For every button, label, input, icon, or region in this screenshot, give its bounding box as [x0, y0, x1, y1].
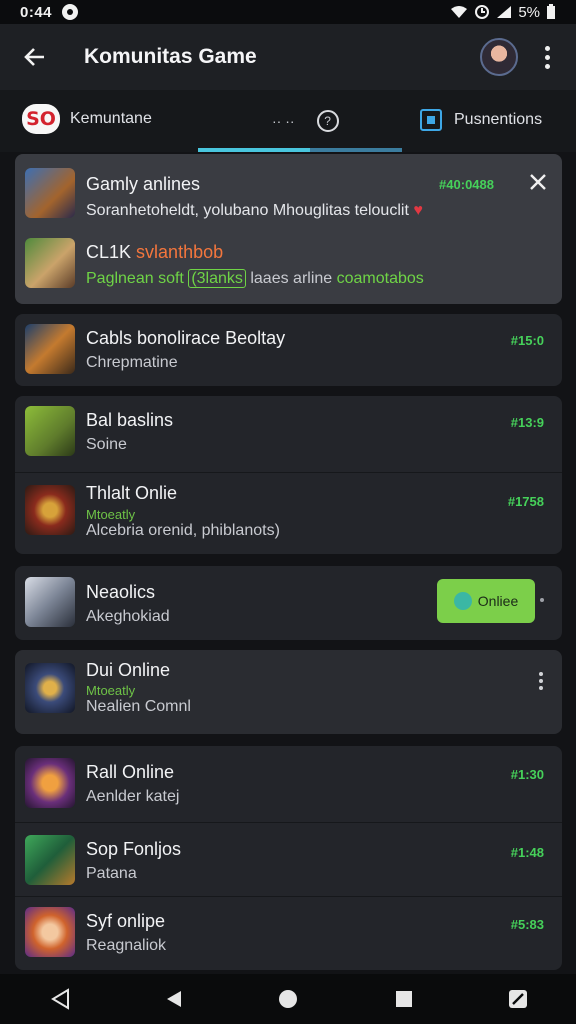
game-name: Dui Online — [86, 660, 171, 680]
avatar[interactable] — [480, 38, 518, 76]
close-icon[interactable] — [528, 172, 548, 192]
tab-help[interactable]: ·· ·· ? — [272, 110, 339, 132]
game-status: Mtoeatly — [86, 683, 136, 698]
online-button[interactable]: Onliee — [437, 579, 535, 623]
item-menu-button[interactable] — [536, 670, 546, 692]
game-subtitle: Aenlder katej — [86, 788, 180, 805]
list-item[interactable]: Syf onlipe Reagnaliok #5:83 — [15, 896, 562, 970]
game-icon — [25, 663, 75, 713]
notice-price: #40:0488 — [439, 177, 494, 192]
game-name: Thlalt Onlie — [86, 483, 178, 503]
game-icon — [25, 485, 75, 535]
online-button-label: Onliee — [477, 593, 519, 609]
game-icon — [25, 907, 75, 957]
page-title: Komunitas Game — [84, 45, 257, 68]
notice-title: Gamly anlines — [86, 174, 201, 194]
game-name: Bal baslins — [86, 410, 174, 430]
tab-mid-text: ·· ·· — [272, 113, 295, 129]
game-icon — [25, 406, 75, 456]
game-price: #13:9 — [510, 415, 544, 430]
notification-icon — [62, 4, 79, 20]
alarm-icon — [475, 5, 490, 19]
tab-notifications-label: Pusnentions — [454, 111, 543, 128]
tab-notifications[interactable]: Pusnentions — [420, 109, 542, 131]
game-subtitle: Soine — [86, 436, 127, 453]
status-time: 0:44 — [20, 3, 53, 21]
game-status: Mtoeatly — [86, 507, 136, 522]
signal-icon — [497, 6, 512, 18]
game-icon — [25, 324, 75, 374]
tab-bar: SO Kemuntane ·· ·· ? Pusnentions — [0, 90, 576, 152]
arrow-back-icon — [24, 48, 44, 66]
game-card[interactable]: Cabls bonolirace Beoltay Chrepmatine #15… — [15, 314, 562, 386]
game-price: #1:48 — [510, 845, 544, 860]
tab-indicator — [198, 148, 402, 152]
nav-home-button[interactable] — [276, 987, 300, 1011]
check-icon — [453, 592, 472, 610]
app-bar: Komunitas Game — [0, 24, 576, 90]
game-price: #1:30 — [510, 767, 544, 782]
game-icon — [25, 168, 75, 218]
game-icon — [25, 758, 75, 808]
wifi-icon — [451, 6, 468, 18]
back-button[interactable] — [0, 24, 70, 90]
home-circle-icon — [279, 990, 297, 1008]
game-price: #1758 — [507, 494, 544, 509]
game-icon — [25, 835, 75, 885]
game-subtitle: Nealien Comnl — [86, 698, 191, 715]
game-subtitle: Reagnaliok — [86, 937, 167, 954]
game-subtitle: Chrepmatine — [86, 354, 178, 371]
game-name: Sop Fonljos — [86, 839, 182, 859]
notice-card[interactable]: Gamly anlines #40:0488 Soranhetoheldt, y… — [15, 154, 562, 304]
nav-previous-button[interactable] — [162, 987, 186, 1011]
game-subtitle: Akeghokiad — [86, 608, 170, 625]
nav-back-button[interactable] — [48, 987, 72, 1011]
game-card[interactable]: Dui Online Mtoeatly Nealien Comnl — [15, 650, 562, 734]
list-item[interactable]: Sop Fonljos Patana #1:48 — [15, 822, 562, 896]
battery-percent: 5% — [518, 3, 540, 21]
notice-description: Soranhetoheldt, yolubano Mhouglitas telo… — [86, 202, 423, 219]
help-icon: ? — [316, 110, 339, 132]
game-name: Cabls bonolirace Beoltay — [86, 328, 286, 348]
game-card: Rall Online Aenlder katej #1:30 Sop Fonl… — [15, 746, 562, 970]
tab-community[interactable]: SO Kemuntane — [22, 104, 152, 134]
navigation-bar — [0, 974, 576, 1024]
notifications-icon — [420, 109, 442, 131]
notice-item-detail: Paglnean soft (3lanks laaes arline coamo… — [86, 269, 424, 288]
triangle-left-icon — [167, 991, 181, 1007]
game-subtitle: Alcebria orenid, phiblanots) — [86, 522, 280, 539]
game-card[interactable]: Neaolics Akeghokiad Onliee — [15, 566, 562, 640]
edit-icon — [509, 990, 527, 1008]
game-card: Bal baslins Soine #13:9 Thlalt Onlie Mto… — [15, 396, 562, 554]
game-name: Rall Online — [86, 762, 175, 782]
square-icon — [396, 991, 412, 1007]
list-item[interactable]: Thlalt Onlie Mtoeatly Alcebria orenid, p… — [15, 472, 562, 554]
triangle-back-icon — [51, 988, 69, 1010]
nav-edit-button[interactable] — [506, 987, 530, 1011]
nav-recents-button[interactable] — [392, 987, 416, 1011]
heart-icon: ♥ — [413, 202, 423, 219]
tab-community-label: Kemuntane — [70, 110, 152, 127]
overflow-menu-button[interactable] — [532, 40, 562, 74]
notice-item-title: CL1K svlanthbob — [86, 242, 224, 262]
status-icons: 5% — [450, 4, 556, 21]
more-indicator — [540, 598, 544, 602]
list-item[interactable]: Rall Online Aenlder katej #1:30 — [15, 746, 562, 822]
game-name: Neaolics — [86, 582, 156, 602]
community-logo-icon: SO — [22, 104, 60, 134]
status-bar: 0:44 5% — [0, 0, 576, 24]
game-price: #15:0 — [510, 333, 544, 348]
game-subtitle: Patana — [86, 865, 137, 882]
battery-icon — [547, 4, 555, 19]
list-item[interactable]: Bal baslins Soine #13:9 — [15, 396, 562, 472]
game-name: Syf onlipe — [86, 911, 166, 931]
game-price: #5:83 — [510, 917, 544, 932]
game-icon — [25, 577, 75, 627]
game-icon — [25, 238, 75, 288]
